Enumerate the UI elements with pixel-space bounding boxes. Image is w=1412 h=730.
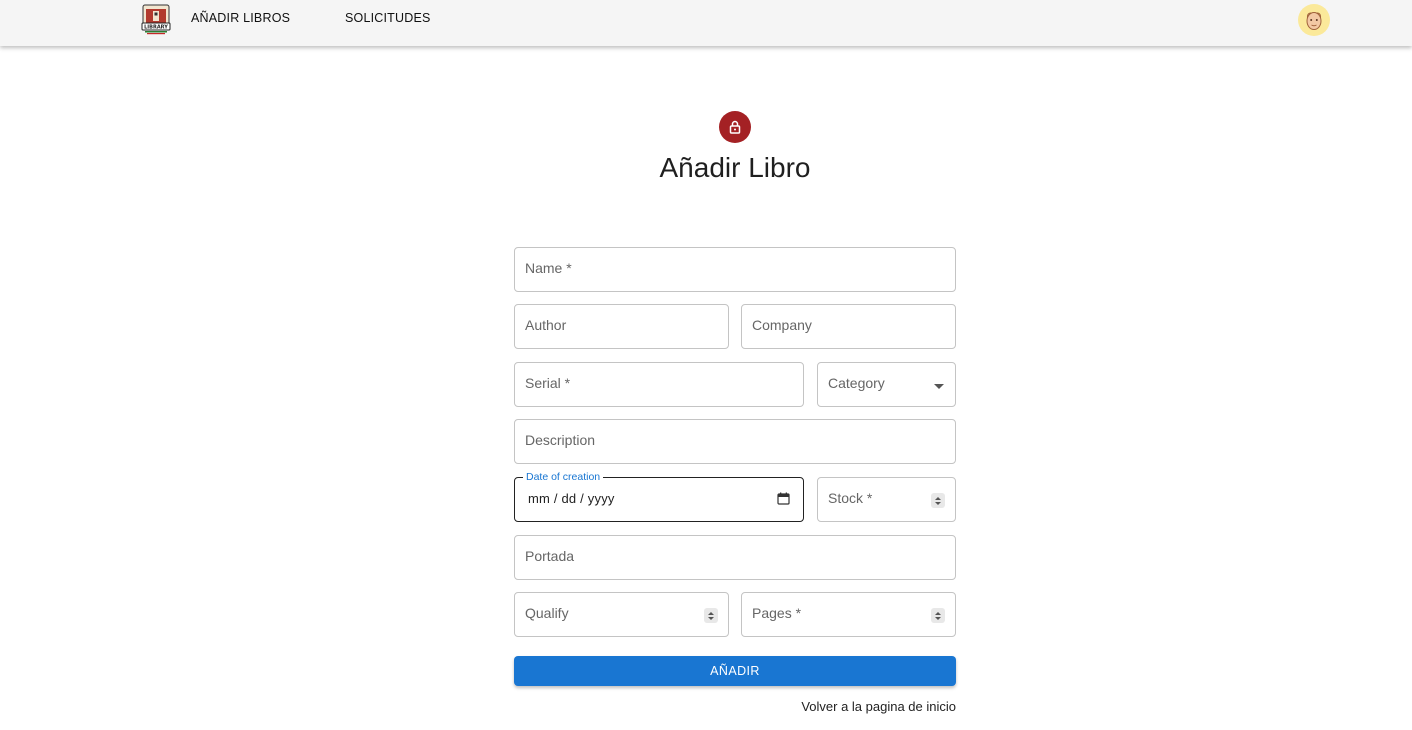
stock-label: Stock * — [828, 490, 873, 506]
library-logo-icon[interactable]: LIBRARY — [140, 3, 172, 35]
lock-icon — [719, 111, 751, 143]
qualify-stepper-icon[interactable] — [704, 608, 718, 623]
category-select[interactable]: Category — [817, 362, 956, 407]
description-field[interactable]: Description — [514, 419, 956, 464]
qualify-field[interactable]: Qualify — [514, 592, 729, 637]
date-of-creation-label: Date of creation — [523, 471, 604, 483]
dropdown-arrow-icon — [934, 384, 944, 389]
user-avatar-icon[interactable] — [1298, 4, 1330, 36]
add-book-button[interactable]: AÑADIR — [514, 656, 956, 686]
calendar-icon[interactable] — [777, 492, 790, 510]
name-field[interactable]: Name * — [514, 247, 956, 292]
date-placeholder: mm / dd / yyyy — [528, 491, 615, 506]
app-bar: LIBRARY AÑADIR LIBROS SOLICITUDES — [0, 0, 1412, 46]
date-of-creation-field[interactable]: Date of creation mm / dd / yyyy — [514, 471, 804, 522]
name-label: Name * — [525, 260, 572, 276]
serial-label: Serial * — [525, 375, 571, 391]
back-to-home-link[interactable]: Volver a la pagina de inicio — [801, 699, 956, 714]
pages-label: Pages * — [752, 605, 802, 621]
portada-label: Portada — [525, 548, 575, 564]
author-label: Author — [525, 317, 567, 333]
portada-field[interactable]: Portada — [514, 535, 956, 580]
nav-requests-link[interactable]: SOLICITUDES — [345, 11, 431, 25]
nav-add-books-link[interactable]: AÑADIR LIBROS — [191, 11, 290, 25]
serial-field[interactable]: Serial * — [514, 362, 804, 407]
qualify-label: Qualify — [525, 605, 569, 621]
pages-stepper-icon[interactable] — [931, 608, 945, 623]
company-label: Company — [752, 317, 812, 333]
author-field[interactable]: Author — [514, 304, 729, 349]
description-label: Description — [525, 432, 596, 448]
svg-text:LIBRARY: LIBRARY — [144, 25, 168, 31]
page-title: Añadir Libro — [659, 152, 811, 183]
pages-field[interactable]: Pages * — [741, 592, 956, 637]
company-field[interactable]: Company — [741, 304, 956, 349]
stock-field[interactable]: Stock * — [817, 477, 956, 522]
category-label: Category — [828, 375, 885, 391]
stock-stepper-icon[interactable] — [931, 493, 945, 508]
